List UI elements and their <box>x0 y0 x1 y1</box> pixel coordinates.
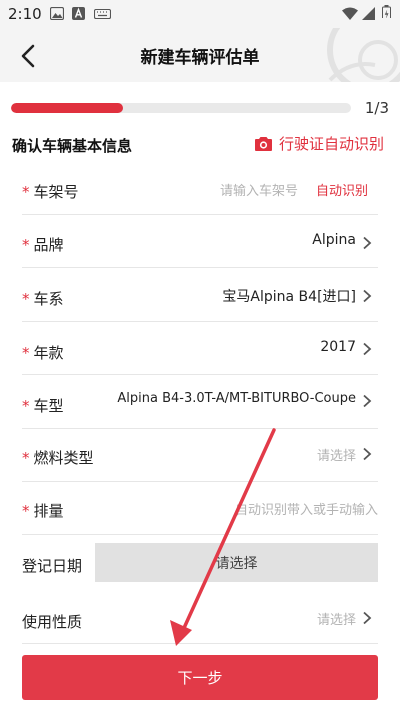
fuel-type-select[interactable]: 请选择 <box>317 445 356 464</box>
registration-date-picker[interactable]: 请选择 <box>95 543 378 582</box>
chevron-right-icon <box>363 394 372 408</box>
required-mark: * <box>22 449 30 467</box>
displacement-label: * 排量 <box>22 502 64 520</box>
required-mark: * <box>22 183 30 201</box>
chevron-right-icon <box>363 342 372 356</box>
license-ocr-button[interactable]: 行驶证自动识别 <box>254 133 384 154</box>
required-mark: * <box>22 502 30 520</box>
displacement-input[interactable]: 自动识别带入或手动输入 <box>235 499 378 518</box>
registration-date-label: 登记日期 <box>22 557 83 575</box>
chevron-right-icon <box>363 447 372 461</box>
license-ocr-label: 行驶证自动识别 <box>278 135 384 153</box>
progress-step-text: 1/3 <box>364 99 389 117</box>
next-step-button[interactable]: 下一步 <box>22 655 378 700</box>
form-row-year[interactable]: * 年款 2017 <box>22 322 378 375</box>
fuel-type-label: * 燃料类型 <box>22 449 94 467</box>
signal-icon <box>362 7 375 20</box>
section-title: 确认车辆基本信息 <box>12 137 133 155</box>
model-value: Alpina B4-3.0T-A/MT-BITURBO-Coupe <box>117 391 356 406</box>
text-icon <box>72 7 85 20</box>
usage-select[interactable]: 请选择 <box>317 609 356 628</box>
year-value: 2017 <box>320 339 356 355</box>
form-row-brand[interactable]: * 品牌 Alpina <box>22 215 378 268</box>
keyboard-icon <box>94 9 111 20</box>
form-row-series[interactable]: * 车系 宝马Alpina B4[进口] <box>22 268 378 322</box>
chevron-right-icon <box>363 611 372 625</box>
camera-icon <box>254 136 272 151</box>
progress-fill <box>11 103 124 113</box>
progress-bar <box>11 103 351 113</box>
required-mark: * <box>22 290 30 308</box>
chevron-right-icon <box>363 236 372 250</box>
required-mark: * <box>22 236 30 254</box>
form-row-vin[interactable]: * 车架号 请输入车架号 自动识别 <box>22 162 378 215</box>
brand-value: Alpina <box>312 232 356 248</box>
status-bar: 2:10 <box>0 0 400 28</box>
vin-input[interactable]: 请输入车架号 <box>220 180 298 199</box>
model-label: * 车型 <box>22 397 64 415</box>
form-row-model[interactable]: * 车型 Alpina B4-3.0T-A/MT-BITURBO-Coupe <box>22 375 378 429</box>
series-value: 宝马Alpina B4[进口] <box>222 289 356 305</box>
form-row-displacement[interactable]: * 排量 自动识别带入或手动输入 <box>22 482 378 535</box>
series-label: * 车系 <box>22 290 64 308</box>
required-mark: * <box>22 344 30 362</box>
decorative-watermark-icon <box>327 28 400 82</box>
form-row-fuel-type[interactable]: * 燃料类型 请选择 <box>22 429 378 482</box>
app-header: 新建车辆评估单 <box>0 28 400 82</box>
brand-label: * 品牌 <box>22 236 64 254</box>
image-icon <box>50 7 64 20</box>
battery-icon <box>382 5 391 18</box>
year-label: * 年款 <box>22 344 64 362</box>
required-mark: * <box>22 397 30 415</box>
form-row-usage[interactable]: 使用性质 请选择 <box>22 591 378 644</box>
chevron-right-icon <box>363 289 372 303</box>
usage-label: 使用性质 <box>22 613 83 631</box>
status-time: 2:10 <box>8 5 42 23</box>
vin-auto-recognize-button[interactable]: 自动识别 <box>316 180 368 199</box>
vin-label: * 车架号 <box>22 183 79 201</box>
wifi-icon <box>342 7 358 20</box>
